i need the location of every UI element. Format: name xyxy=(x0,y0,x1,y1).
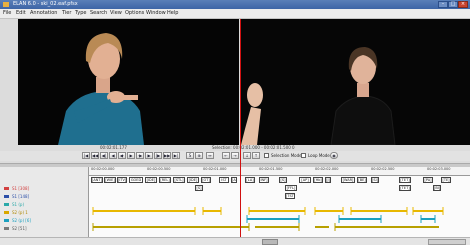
next-second-button[interactable]: ▶▶ xyxy=(163,152,171,159)
previous-pixel-button[interactable]: ◀ xyxy=(109,152,117,159)
move-right-boundary-button[interactable]: → xyxy=(231,152,239,159)
volume-icon[interactable]: ◉ xyxy=(330,152,338,159)
selection-button[interactable]: S xyxy=(186,152,194,159)
tier-name-panel: S1 [308] S1 [148] S1 (p) S2 (p) 1 S2 (p)… xyxy=(0,167,89,237)
minimize-button[interactable]: – xyxy=(438,1,448,8)
close-button[interactable]: × xyxy=(458,1,468,8)
loop-mode-label: Loop Mode xyxy=(308,153,330,158)
current-time-label: 00:02:01.177 xyxy=(100,145,127,150)
step-forward-button[interactable]: ·▶ xyxy=(136,152,144,159)
move-left-boundary-button[interactable]: ← xyxy=(222,152,230,159)
maximize-button[interactable]: □ xyxy=(448,1,458,8)
menu-edit[interactable]: Edit xyxy=(16,10,26,17)
step-back-button[interactable]: ◀· xyxy=(118,152,126,159)
zoom-button[interactable]: ⊕ xyxy=(195,152,203,159)
previous-frame-button[interactable]: ◀| xyxy=(100,152,108,159)
next-annotation-button[interactable]: ↑ xyxy=(252,152,260,159)
selection-label: Selection: 00:02:01.000 - 00:02:01.500 0 xyxy=(212,145,295,150)
menu-view[interactable]: View xyxy=(110,10,122,17)
window-title: ELAN 6.0 - ski_02.eaf.pfsx xyxy=(13,1,78,7)
crosshair-cursor[interactable] xyxy=(240,19,241,241)
menu-help[interactable]: Help xyxy=(167,10,178,17)
previous-annotation-button[interactable]: ↓ xyxy=(243,152,251,159)
app-icon xyxy=(3,2,9,7)
video-viewer-right[interactable] xyxy=(241,19,470,145)
tier-bars xyxy=(92,207,444,231)
title-bar: ELAN 6.0 - ski_02.eaf.pfsx – □ × xyxy=(0,0,470,9)
person-left-figure xyxy=(18,19,239,145)
menu-search[interactable]: Search xyxy=(90,10,107,17)
play-button[interactable]: ▶ xyxy=(127,152,135,159)
annotation-timeline[interactable]: 00:02:00.000 00:02:00.500 00:02:01.000 0… xyxy=(89,167,470,237)
loop-mode-checkbox[interactable] xyxy=(301,153,306,158)
menu-window[interactable]: Window xyxy=(146,10,166,17)
media-controls: |◀ ◀◀ ◀| ◀ ◀· ▶ ·▶ ▶ |▶ ▶▶ ▶| S ⊕ ↔ ← → … xyxy=(0,151,470,161)
play-selection-button[interactable]: ▶ xyxy=(145,152,153,159)
clear-selection-button[interactable]: ↔ xyxy=(206,152,214,159)
menu-type[interactable]: Type xyxy=(75,10,86,17)
menu-bar: File Edit Annotation Tier Type Search Vi… xyxy=(0,9,470,19)
menu-file[interactable]: File xyxy=(3,10,11,17)
menu-tier[interactable]: Tier xyxy=(62,10,71,17)
scrollbar-thumb[interactable] xyxy=(262,239,278,245)
selection-mode-label: Selection Mode xyxy=(271,153,302,158)
person-right-figure xyxy=(241,19,470,145)
menu-annotation[interactable]: Annotation xyxy=(30,10,57,17)
video-viewer-left[interactable] xyxy=(18,19,239,145)
menu-options[interactable]: Options xyxy=(125,10,144,17)
go-to-begin-button[interactable]: |◀ xyxy=(82,152,90,159)
next-frame-button[interactable]: |▶ xyxy=(154,152,162,159)
selection-mode-checkbox[interactable] xyxy=(264,153,269,158)
go-to-end-button[interactable]: ▶| xyxy=(172,152,180,159)
previous-second-button[interactable]: ◀◀ xyxy=(91,152,99,159)
zoom-slider[interactable] xyxy=(428,239,466,245)
